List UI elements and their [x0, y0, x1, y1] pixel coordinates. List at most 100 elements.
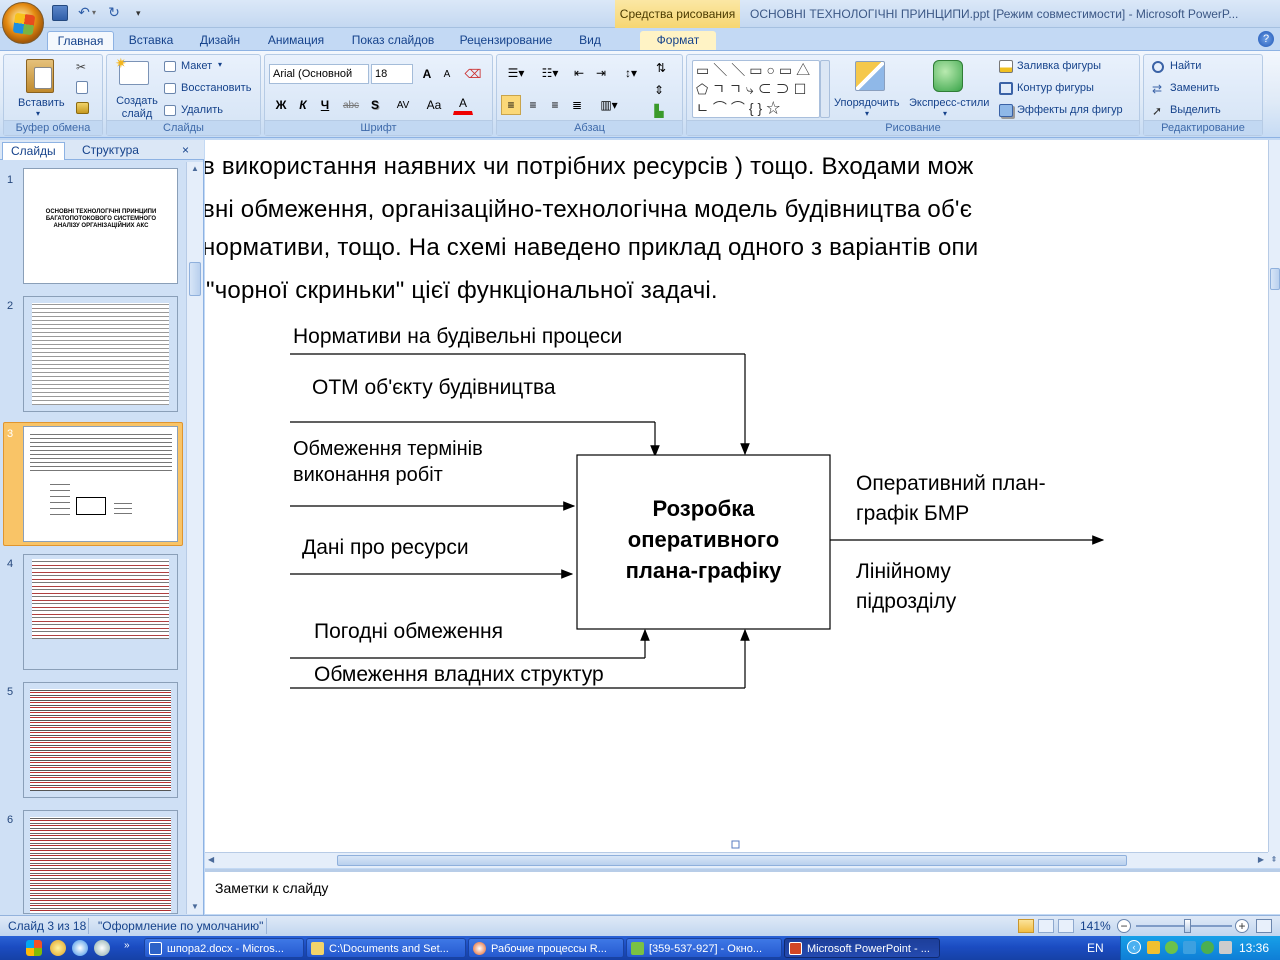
align-left-icon[interactable]: ≡ — [501, 95, 521, 115]
selection-handle[interactable] — [731, 840, 740, 849]
output-unit-label-1[interactable]: Лінійному — [856, 560, 951, 584]
tab-design[interactable]: Дизайн — [190, 31, 250, 50]
slide-thumbnail-5[interactable] — [23, 682, 178, 798]
shape-outline-button[interactable]: Контур фигуры — [1017, 82, 1094, 94]
justify-icon[interactable]: ≣ — [567, 95, 587, 115]
redo-icon[interactable]: ↻ — [106, 5, 122, 21]
tab-animation[interactable]: Анимация — [258, 31, 334, 50]
cut-icon[interactable]: ✂ — [76, 60, 88, 74]
shadow-button[interactable]: S — [365, 95, 385, 115]
columns-icon[interactable]: ▥▾ — [595, 95, 623, 115]
quicklaunch-expand-icon[interactable]: » — [124, 940, 130, 951]
reset-button[interactable]: Восстановить — [181, 82, 251, 94]
arrange-button[interactable]: Упорядочить — [834, 97, 899, 109]
tab-format[interactable]: Формат — [640, 31, 716, 50]
shapes-gallery-scroll[interactable] — [820, 60, 830, 118]
input-norms-label[interactable]: Нормативи на будівельні процеси — [293, 325, 622, 349]
slides-pane-scrollbar[interactable]: ▲ ▼ — [186, 162, 203, 914]
input-resources-label[interactable]: Дані про ресурси — [302, 536, 469, 560]
output-plan-label-1[interactable]: Оперативний план- — [856, 472, 1046, 496]
slide-thumbnail-6[interactable] — [23, 810, 178, 914]
taskbar-item-browser[interactable]: Рабочие процессы R... — [468, 938, 624, 958]
clock[interactable]: 13:36 — [1239, 941, 1269, 955]
quicklaunch-icon[interactable] — [72, 940, 88, 956]
text-direction-icon[interactable]: ⇅ — [649, 58, 673, 78]
zoom-level[interactable]: 141% — [1080, 919, 1111, 933]
quick-styles-button[interactable]: Экспресс-стили — [909, 97, 989, 109]
tab-slideshow[interactable]: Показ слайдов — [344, 31, 442, 50]
quicklaunch-icon[interactable] — [94, 940, 110, 956]
normal-view-icon[interactable] — [1018, 919, 1034, 933]
line-spacing-icon[interactable]: ↕▾ — [617, 63, 645, 83]
tab-view[interactable]: Вид — [570, 31, 610, 50]
copy-icon[interactable] — [76, 81, 88, 94]
font-color-button[interactable]: A — [453, 95, 473, 115]
output-plan-label-2[interactable]: графік БМР — [856, 502, 969, 526]
taskbar-item-powerpoint[interactable]: Microsoft PowerPoint - ... — [784, 938, 940, 958]
tray-icon[interactable] — [1165, 941, 1178, 954]
help-icon[interactable]: ? — [1258, 31, 1274, 47]
windows-flag-icon[interactable] — [26, 940, 42, 956]
slide-horizontal-scrollbar[interactable]: ◀ ▶ — [205, 852, 1268, 868]
slide-thumbnail-3[interactable] — [23, 426, 178, 542]
shape-effects-button[interactable]: Эффекты для фигур — [1017, 104, 1123, 116]
tab-insert[interactable]: Вставка — [122, 31, 180, 50]
clear-format-icon[interactable]: ⌫ — [463, 64, 483, 84]
scroll-thumb[interactable] — [1270, 268, 1280, 290]
font-shrink-button[interactable]: A — [437, 64, 457, 84]
char-spacing-button[interactable]: AV — [389, 95, 417, 115]
taskbar-item-explorer[interactable]: C:\Documents and Set... — [306, 938, 466, 958]
slide-thumbnail-4[interactable] — [23, 554, 178, 670]
decrease-indent-icon[interactable]: ⇤ — [569, 63, 589, 83]
slide-canvas[interactable]: в використання наявних чи потрібних ресу… — [205, 140, 1268, 852]
layout-button[interactable]: Макет — [181, 60, 212, 72]
replace-button[interactable]: Заменить — [1170, 82, 1219, 94]
slides-pane-scroll-thumb[interactable] — [189, 262, 201, 296]
increase-indent-icon[interactable]: ⇥ — [591, 63, 611, 83]
input-weather-label[interactable]: Погодні обмеження — [314, 620, 503, 644]
format-painter-icon[interactable] — [76, 102, 89, 114]
tray-icon[interactable] — [1147, 941, 1160, 954]
zoom-slider-thumb[interactable] — [1184, 919, 1191, 933]
font-name-combo[interactable]: Arial (Основной — [269, 64, 369, 84]
undo-dropdown-icon[interactable]: ▾ — [92, 5, 100, 21]
notes-pane[interactable]: Заметки к слайду — [205, 869, 1280, 914]
slideshow-view-icon[interactable] — [1058, 919, 1074, 933]
italic-button[interactable]: К — [293, 95, 313, 115]
smartart-icon[interactable]: ▙ — [649, 101, 669, 121]
tray-icon[interactable] — [1201, 941, 1214, 954]
font-grow-button[interactable]: A — [417, 64, 437, 84]
hscroll-thumb[interactable] — [337, 855, 1127, 866]
delete-slide-button[interactable]: Удалить — [181, 104, 223, 116]
quicklaunch-icon[interactable] — [50, 940, 66, 956]
undo-icon[interactable]: ↶ — [76, 5, 92, 21]
scroll-prev-slide-icon[interactable]: ⇞ — [1268, 852, 1280, 868]
new-slide-button[interactable]: Создать слайд — [114, 95, 160, 121]
volume-icon[interactable] — [1219, 941, 1232, 954]
output-unit-label-2[interactable]: підрозділу — [856, 590, 956, 614]
align-text-icon[interactable]: ⇕ — [649, 80, 669, 100]
tab-home[interactable]: Главная — [47, 31, 114, 50]
slide-sorter-icon[interactable] — [1038, 919, 1054, 933]
slide-thumbnail-2[interactable] — [23, 296, 178, 412]
align-right-icon[interactable]: ≡ — [545, 95, 565, 115]
tab-slides-pane[interactable]: Слайды — [2, 142, 65, 160]
align-center-icon[interactable]: ≡ — [523, 95, 543, 115]
input-deadlines-label-1[interactable]: Обмеження термінів — [293, 438, 483, 461]
tray-expand-icon[interactable]: ‹ — [1127, 940, 1141, 954]
slide-thumbnail-1[interactable]: ОСНОВНІ ТЕХНОЛОГІЧНІ ПРИНЦИПИ БАГАТОПОТО… — [23, 168, 178, 284]
bullets-icon[interactable]: ☰▾ — [501, 63, 531, 83]
tab-review[interactable]: Рецензирование — [452, 31, 560, 50]
input-deadlines-label-2[interactable]: виконання робіт — [293, 464, 443, 487]
paste-dropdown-icon[interactable]: ▾ — [36, 109, 40, 118]
language-indicator[interactable]: EN — [1087, 941, 1104, 955]
close-pane-icon[interactable]: × — [178, 142, 193, 160]
select-button[interactable]: Выделить — [1170, 104, 1221, 116]
taskbar-item-word[interactable]: шпора2.docx - Micros... — [144, 938, 304, 958]
strikethrough-button[interactable]: abc — [341, 95, 361, 115]
zoom-out-icon[interactable]: − — [1117, 919, 1131, 933]
tab-outline-pane[interactable]: Структура — [74, 142, 147, 160]
taskbar-item-chat[interactable]: [359-537-927] - Окно... — [626, 938, 782, 958]
find-button[interactable]: Найти — [1170, 60, 1201, 72]
bold-button[interactable]: Ж — [271, 95, 291, 115]
